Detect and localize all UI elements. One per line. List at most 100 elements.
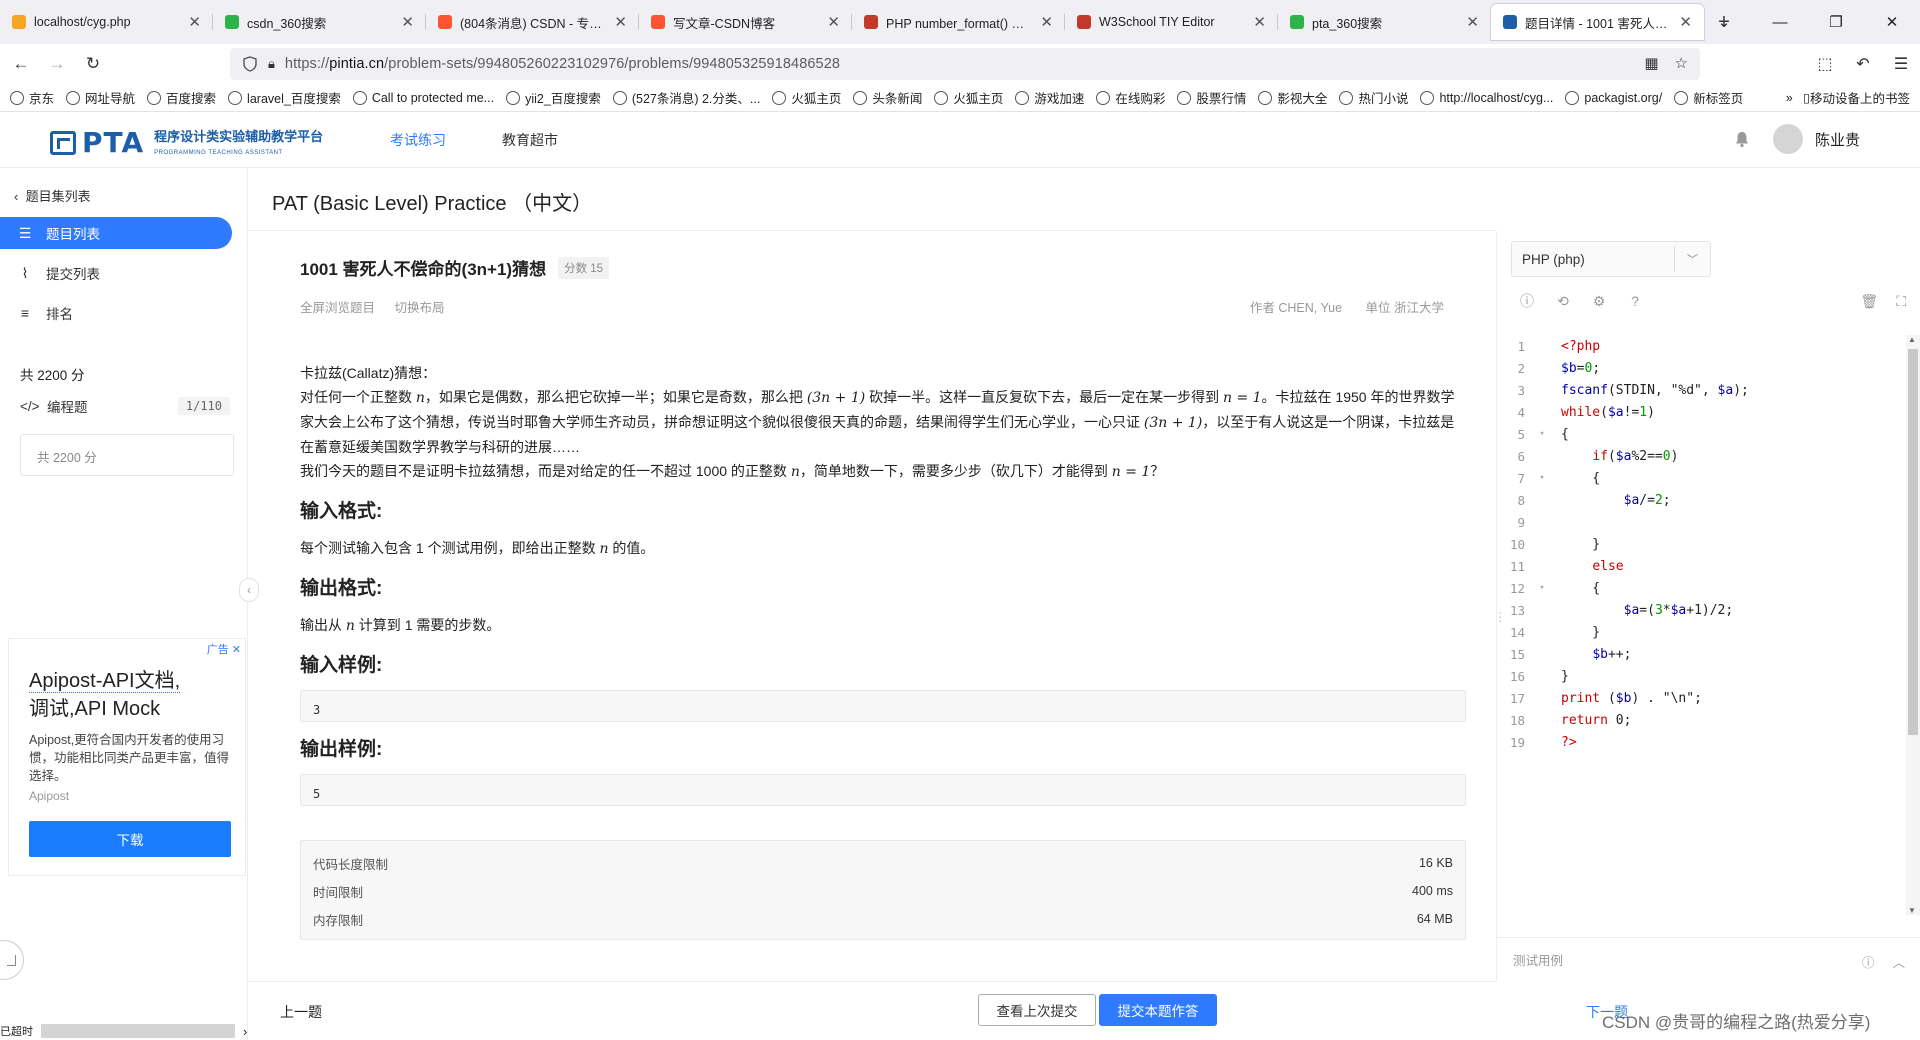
browser-tab[interactable]: (804条消息) CSDN - 专业开发 ✕ [426, 0, 639, 44]
close-tab-icon[interactable]: ✕ [401, 13, 414, 31]
code-line[interactable]: 5 ▾ { [1497, 423, 1901, 445]
mobile-bookmarks[interactable]: » ▯ 移动设备上的书签 [1786, 88, 1910, 107]
trash-icon[interactable]: 🗑︎ [1860, 293, 1878, 310]
bell-icon[interactable] [1733, 130, 1751, 148]
ad-title[interactable]: Apipost-API文档, 调试,API Mock [29, 667, 229, 723]
scroll-up-icon[interactable]: ▲ [1908, 335, 1916, 344]
sidebar-item-ranking[interactable]: ≡ 排名 [0, 297, 232, 329]
fullscreen-icon[interactable]: ⛶ [1896, 293, 1906, 310]
bookmark-item[interactable]: http://localhost/cyg... [1420, 90, 1553, 105]
code-line[interactable]: 8 $a/=2; [1497, 489, 1901, 511]
undo-icon[interactable]: ↶ [1844, 54, 1882, 74]
tab-list-icon[interactable]: ⌄ [1696, 0, 1752, 44]
close-tab-icon[interactable]: ✕ [1253, 13, 1266, 31]
code-line[interactable]: 6 if($a%2==0) [1497, 445, 1901, 467]
code-line[interactable]: 12 ▾ { [1497, 577, 1901, 599]
code-line[interactable]: 10 } [1497, 533, 1901, 555]
programming-problems[interactable]: </> 编程题 1/110 [20, 396, 230, 416]
nav-exam-practice[interactable]: 考试练习 [390, 130, 446, 150]
reload-button[interactable]: ↻ [78, 54, 108, 74]
bookmark-item[interactable]: 影视大全 [1258, 88, 1327, 107]
chevron-right-icon[interactable]: › [243, 1024, 247, 1039]
bookmark-item[interactable]: 火狐主页 [772, 88, 841, 107]
bookmark-star-icon[interactable]: ☆ [1675, 54, 1688, 72]
chevron-double-right-icon[interactable]: » [1786, 91, 1803, 105]
bookmark-item[interactable]: 在线购彩 [1096, 88, 1165, 107]
bookmark-item[interactable]: packagist.org/ [1565, 90, 1662, 105]
code-line[interactable]: 13 $a=(3*$a+1)/2; [1497, 599, 1901, 621]
back-to-set-list[interactable]: ‹ 题目集列表 [14, 186, 91, 205]
code-line[interactable]: 3 fscanf(STDIN, "%d", $a); [1497, 379, 1901, 401]
close-tab-icon[interactable]: ✕ [614, 13, 627, 31]
extensions-icon[interactable]: ⬚ [1806, 54, 1844, 74]
bookmark-item[interactable]: Call to protected me... [352, 90, 494, 105]
back-button[interactable]: ← [6, 54, 36, 74]
help-icon[interactable]: ⓘ [1519, 293, 1535, 309]
browser-tab[interactable]: localhost/cyg.php ✕ [0, 0, 213, 44]
code-line[interactable]: 14 } [1497, 621, 1901, 643]
ad-tag[interactable]: 广告 ✕ [207, 641, 241, 657]
sample-input[interactable]: 3 [300, 690, 1466, 722]
testcase-bar[interactable]: 测试用例 ⓘ ︿ [1497, 937, 1920, 981]
fold-icon[interactable]: ▾ [1535, 473, 1549, 483]
bookmark-item[interactable]: 头条新闻 [853, 88, 922, 107]
forward-button[interactable]: → [42, 54, 72, 74]
history-icon[interactable]: ⟲ [1555, 293, 1571, 309]
menu-icon[interactable]: ☰ [1882, 54, 1920, 74]
bookmark-item[interactable]: 游戏加速 [1015, 88, 1084, 107]
browser-tab[interactable]: 写文章-CSDN博客 ✕ [639, 0, 852, 44]
code-line[interactable]: 19 ?> [1497, 731, 1901, 753]
url-bar[interactable]: 🔒︎ https://pintia.cn/problem-sets/994805… [230, 48, 1700, 80]
sample-output[interactable]: 5 [300, 774, 1466, 806]
close-icon[interactable]: ✕ [232, 644, 241, 656]
browser-tab[interactable]: PHP number_format() 函数 ✕ [852, 0, 1065, 44]
bookmark-item[interactable]: 京东 [10, 88, 54, 107]
fold-icon[interactable]: ▾ [1535, 429, 1549, 439]
question-icon[interactable]: ? [1627, 293, 1643, 309]
view-last-submission-button[interactable]: 查看上次提交 [978, 994, 1096, 1026]
panel-splitter[interactable]: ⋮ [1494, 610, 1506, 624]
close-tab-icon[interactable]: ✕ [1466, 13, 1479, 31]
code-line[interactable]: 2 $b=0; [1497, 357, 1901, 379]
ad-download-button[interactable]: 下载 [29, 821, 231, 857]
bookmark-item[interactable]: laravel_百度搜索 [228, 88, 341, 107]
nav-edu-market[interactable]: 教育超市 [502, 130, 558, 150]
code-line[interactable]: 7 ▾ { [1497, 467, 1901, 489]
restore-button[interactable]: ❐ [1808, 0, 1864, 44]
code-line[interactable]: 18 return 0; [1497, 709, 1901, 731]
bookmark-item[interactable]: yii2_百度搜索 [506, 88, 601, 107]
submit-answer-button[interactable]: 提交本题作答 [1099, 994, 1217, 1026]
close-tab-icon[interactable]: ✕ [827, 13, 840, 31]
pta-logo[interactable]: PTA 程序设计类实验辅助教学平台 PROGRAMMING TEACHING A… [50, 126, 323, 159]
browser-tab[interactable]: pta_360搜索 ✕ [1278, 0, 1491, 44]
code-line[interactable]: 1 <?php [1497, 335, 1901, 357]
close-tab-icon[interactable]: ✕ [188, 13, 201, 31]
close-tab-icon[interactable]: ✕ [1040, 13, 1053, 31]
scroll-down-icon[interactable]: ▼ [1908, 906, 1916, 915]
browser-tab[interactable]: csdn_360搜索 ✕ [213, 0, 426, 44]
bookmark-item[interactable]: 新标签页 [1674, 88, 1743, 107]
code-line[interactable]: 4 while($a!=1) [1497, 401, 1901, 423]
sidebar-item-submissions[interactable]: ⌇ 提交列表 [0, 257, 232, 289]
code-area[interactable]: 1 <?php 2 $b=0; 3 fscanf(STDIN, "%d", $a); 4 wh… [1497, 335, 1901, 753]
browser-tab[interactable]: 题目详情 - 1001 害死人不偿 ✕ [1491, 4, 1704, 40]
close-window-button[interactable]: ✕ [1864, 0, 1920, 44]
qr-code-icon[interactable]: ▦ [1644, 54, 1658, 72]
close-tab-icon[interactable]: ✕ [1679, 13, 1692, 31]
help-icon[interactable]: ⓘ [1862, 952, 1875, 971]
fullscreen-link[interactable]: 全屏浏览题目 [300, 301, 375, 315]
sidebar-item-problem-list[interactable]: ☰ 题目列表 [0, 217, 232, 249]
username[interactable]: 陈业贵 [1815, 129, 1860, 150]
chevron-up-icon[interactable]: ︿ [1892, 952, 1905, 971]
code-line[interactable]: 16} [1497, 665, 1901, 687]
fold-icon[interactable]: ▾ [1535, 583, 1549, 593]
code-line[interactable]: 17 print ($b) . "\n"; [1497, 687, 1901, 709]
browser-tab[interactable]: W3School TIY Editor ✕ [1065, 0, 1278, 44]
settings-icon[interactable]: ⚙ [1591, 293, 1607, 309]
code-line[interactable]: 9 [1497, 511, 1901, 533]
switch-layout-link[interactable]: 切换布局 [395, 301, 445, 315]
language-select[interactable]: PHP (php) ﹀ [1511, 241, 1711, 277]
bookmark-item[interactable]: 热门小说 [1339, 88, 1408, 107]
avatar[interactable] [1772, 124, 1803, 154]
minimize-button[interactable]: — [1752, 0, 1808, 44]
